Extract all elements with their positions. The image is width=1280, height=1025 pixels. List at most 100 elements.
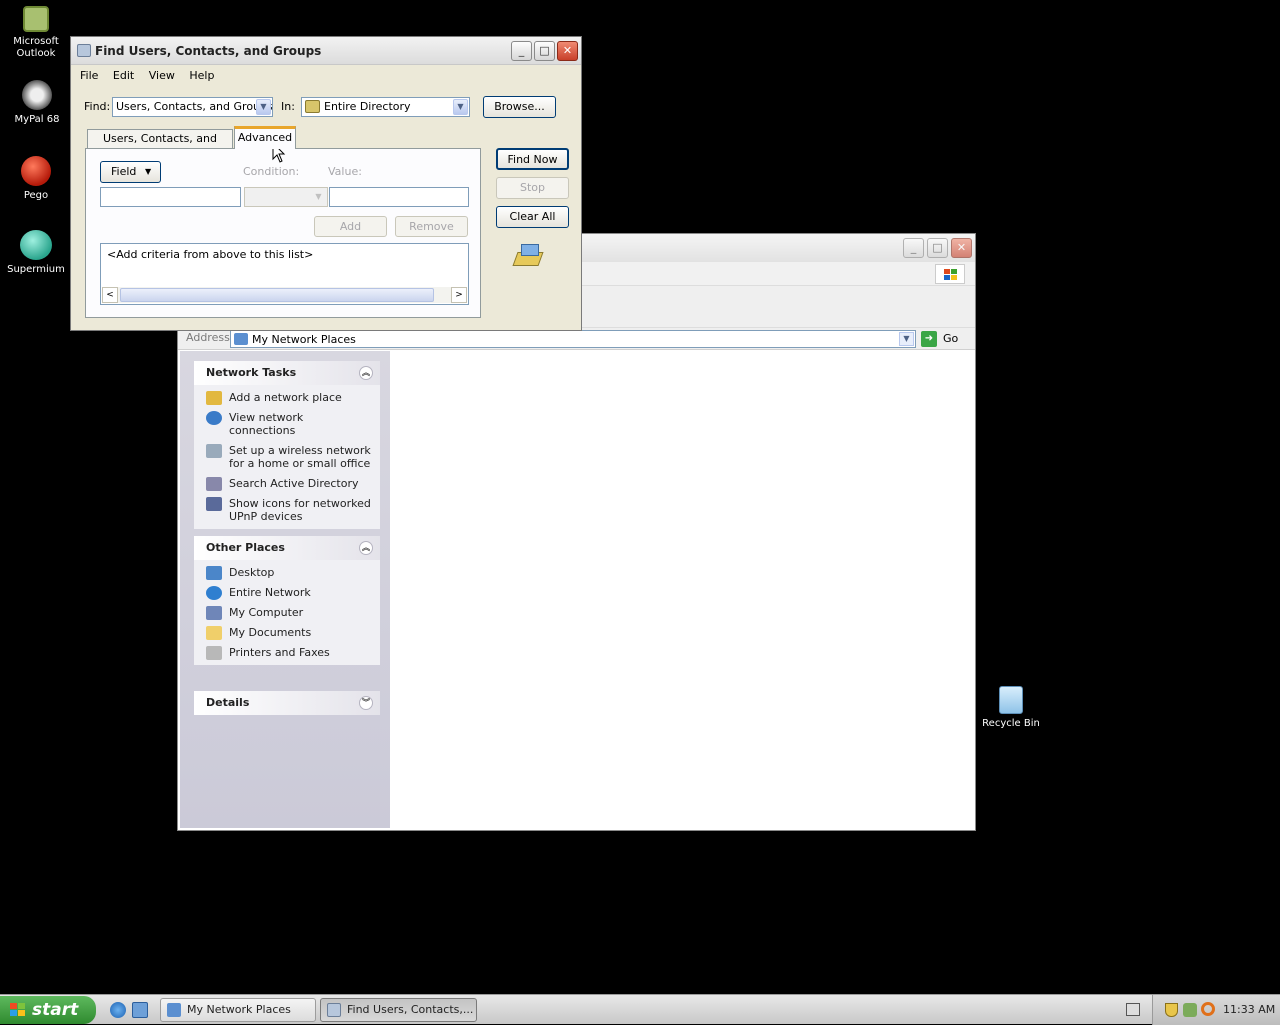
network-connections-icon (206, 411, 222, 425)
place-label: Entire Network (229, 586, 311, 599)
place-desktop[interactable]: Desktop (206, 566, 372, 580)
menu-file[interactable]: File (75, 67, 104, 82)
scroll-thumb[interactable] (120, 288, 434, 302)
start-button[interactable]: start (0, 996, 96, 1024)
system-tray: 11:33 AM (1152, 995, 1280, 1025)
task-search-active-directory[interactable]: Search Active Directory (206, 477, 372, 491)
task-label: Set up a wireless network (229, 444, 371, 457)
task-label: for a home or small office (229, 457, 371, 470)
stop-button[interactable]: Stop (496, 177, 569, 199)
task-pane: Network Tasks ︽ Add a network place View… (180, 351, 390, 828)
details-header[interactable]: Details ︾ (194, 691, 380, 715)
pego-icon (21, 156, 51, 186)
taskbar: start My Network Places Find Users, Cont… (0, 994, 1280, 1025)
clear-all-button[interactable]: Clear All (496, 206, 569, 228)
tab-advanced[interactable]: Advanced (234, 126, 296, 149)
find-now-button[interactable]: Find Now (496, 148, 569, 170)
find-dialog-titlebar: Find Users, Contacts, and Groups _ □ ✕ (71, 37, 581, 65)
menu-view[interactable]: View (144, 67, 181, 82)
desktop-icon-label: Recycle Bin (982, 718, 1040, 729)
remove-button[interactable]: Remove (395, 216, 468, 237)
tab-users-contacts-groups[interactable]: Users, Contacts, and Groups (87, 129, 233, 163)
other-places-header[interactable]: Other Places ︽ (194, 536, 380, 560)
chevron-down-icon[interactable]: ▼ (453, 99, 468, 115)
network-tasks-header[interactable]: Network Tasks ︽ (194, 361, 380, 385)
address-bar: Address My Network Places ▼ ➜ Go (178, 328, 975, 350)
windows-logo-icon (935, 264, 965, 284)
find-dialog-title: Find Users, Contacts, and Groups (95, 44, 322, 58)
maximize-button[interactable]: □ (927, 238, 948, 258)
taskbar-task-find-users[interactable]: Find Users, Contacts,... (320, 998, 477, 1022)
maximize-button[interactable]: □ (534, 41, 555, 61)
desktop-icon-label: Supermium (7, 264, 65, 275)
clock[interactable]: 11:33 AM (1223, 1003, 1275, 1016)
close-button[interactable]: ✕ (557, 41, 578, 61)
add-button[interactable]: Add (314, 216, 387, 237)
condition-select[interactable]: ▼ (244, 187, 328, 207)
search-directory-icon (206, 477, 222, 491)
field-input[interactable] (100, 187, 241, 207)
place-entire-network[interactable]: Entire Network (206, 586, 372, 600)
task-add-network-place[interactable]: Add a network place (206, 391, 372, 405)
desktop-icon-supermium[interactable]: Supermium (0, 230, 72, 276)
value-input[interactable] (329, 187, 469, 207)
scroll-right-icon[interactable]: > (451, 287, 467, 303)
address-input[interactable]: My Network Places ▼ (230, 330, 916, 348)
task-label: Search Active Directory (229, 477, 359, 490)
menu-edit[interactable]: Edit (108, 67, 140, 82)
minimize-button[interactable]: _ (903, 238, 924, 258)
desktop-icon-label: MyPal 68 (14, 114, 60, 125)
in-location-select[interactable]: Entire Directory ▼ (301, 97, 470, 117)
desktop-icon-label: Microsoft (13, 36, 59, 47)
minimize-button[interactable]: _ (511, 41, 532, 61)
find-type-select[interactable]: Users, Contacts, and Groups ▼ (112, 97, 273, 117)
other-places-panel: Other Places ︽ Desktop Entire Network My… (194, 536, 380, 665)
find-type-value: Users, Contacts, and Groups (116, 100, 273, 113)
advanced-tab-panel: Field ▼ Condition: Value: ▼ Add Remove <… (85, 148, 481, 318)
task-show-upnp[interactable]: Show icons for networked UPnP devices (206, 497, 372, 523)
task-label: Add a network place (229, 391, 342, 404)
find-label: Find: (84, 100, 111, 113)
criteria-placeholder: <Add criteria from above to this list> (107, 248, 314, 261)
find-dialog: Find Users, Contacts, and Groups _ □ ✕ F… (70, 36, 582, 331)
place-my-computer[interactable]: My Computer (206, 606, 372, 620)
desktop-icon-outlook[interactable]: Microsoft Outlook (0, 6, 72, 60)
place-my-documents[interactable]: My Documents (206, 626, 372, 640)
place-label: My Documents (229, 626, 312, 639)
desktop-icon-mypal[interactable]: MyPal 68 (1, 80, 73, 126)
network-places-icon (167, 1003, 181, 1017)
mypal-icon (22, 80, 52, 110)
dropdown-arrow-icon: ▼ (145, 167, 152, 176)
wireless-network-icon (206, 444, 222, 458)
place-printers-faxes[interactable]: Printers and Faxes (206, 646, 372, 660)
task-view-connections[interactable]: View network connections (206, 411, 372, 437)
directory-search-icon (512, 242, 545, 272)
address-dropdown-button[interactable]: ▼ (899, 332, 914, 346)
scroll-left-icon[interactable]: < (102, 287, 118, 303)
directory-icon (305, 100, 320, 113)
field-button[interactable]: Field ▼ (100, 161, 161, 183)
collapse-chevron-icon[interactable]: ︽ (359, 541, 373, 555)
keyboard-icon[interactable] (1126, 1003, 1140, 1016)
desktop-icon-recycle-bin[interactable]: Recycle Bin (975, 686, 1047, 730)
menu-help[interactable]: Help (184, 67, 220, 82)
security-shield-icon[interactable] (1165, 1003, 1178, 1017)
taskbar-task-network-places[interactable]: My Network Places (160, 998, 316, 1022)
task-wireless-setup[interactable]: Set up a wireless network for a home or … (206, 444, 372, 470)
find-people-icon (77, 44, 91, 57)
collapse-chevron-icon[interactable]: ︽ (359, 366, 373, 380)
network-tray-icon[interactable] (1183, 1003, 1197, 1017)
chevron-down-icon[interactable]: ▼ (256, 99, 271, 115)
go-button[interactable]: ➜ Go (921, 330, 971, 348)
search-tray-icon[interactable] (1201, 1002, 1215, 1016)
horizontal-scrollbar[interactable]: < > (102, 287, 467, 303)
close-button[interactable]: ✕ (951, 238, 972, 258)
expand-chevron-icon[interactable]: ︾ (359, 696, 373, 710)
criteria-list[interactable]: <Add criteria from above to this list> <… (100, 243, 469, 305)
desktop-icon-pego[interactable]: Pego (0, 156, 72, 202)
browse-button[interactable]: Browse... (483, 96, 556, 118)
content-area[interactable] (390, 351, 973, 828)
desktop-icon (206, 566, 222, 580)
internet-explorer-icon[interactable] (110, 1002, 126, 1018)
show-desktop-icon[interactable] (132, 1002, 148, 1018)
